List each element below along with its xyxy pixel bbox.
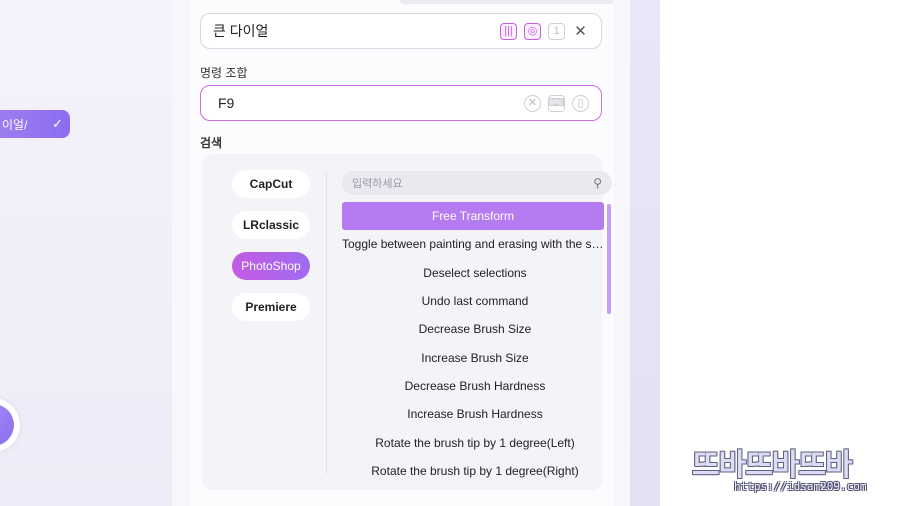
top-tab-edge bbox=[400, 0, 614, 4]
result-item[interactable]: Toggle between painting and erasing with… bbox=[342, 230, 608, 258]
right-background bbox=[660, 0, 900, 506]
result-item[interactable]: Decrease Brush Hardness bbox=[342, 372, 608, 400]
left-background bbox=[0, 0, 172, 506]
rotate-icon[interactable]: ◎ bbox=[524, 22, 541, 40]
app-button-photoshop[interactable]: PhotoShop bbox=[232, 252, 310, 280]
result-item[interactable]: Deselect selections bbox=[342, 259, 608, 287]
combo-label: 명령 조합 bbox=[200, 66, 248, 80]
shortcut-name-value: 큰 다이얼 bbox=[213, 23, 269, 39]
result-item[interactable]: Increase Brush Size bbox=[342, 343, 608, 371]
result-item[interactable]: Decrease Brush Size bbox=[342, 315, 608, 343]
device-item-pill[interactable]: 이얼/ ✓ bbox=[0, 110, 70, 138]
search-area: CapCut LRclassic PhotoShop Premiere 입력하세… bbox=[202, 154, 612, 490]
shortcut-panel: 큰 다이얼 ||| ◎ 1 ✕ 명령 조합 F9 ✕ ⌨ ▯ 검색 CapCut… bbox=[172, 0, 630, 506]
watermark: 뜨바뜨바뜨바 https://idsam209.com bbox=[688, 440, 874, 498]
search-input[interactable]: 입력하세요 ⚲ bbox=[342, 171, 612, 195]
command-results: Free Transform Toggle between painting a… bbox=[342, 202, 608, 485]
right-shadow-strip bbox=[630, 0, 660, 506]
result-item[interactable]: Rotate the brush tip by 1 degree(Right) bbox=[342, 457, 608, 485]
shortcut-panel-card: 큰 다이얼 ||| ◎ 1 ✕ 명령 조합 F9 ✕ ⌨ ▯ 검색 CapCut… bbox=[190, 0, 614, 506]
keyboard-icon[interactable]: ⌨ bbox=[548, 94, 565, 112]
combo-field[interactable]: F9 ✕ ⌨ ▯ bbox=[200, 85, 602, 121]
close-icon[interactable]: ✕ bbox=[572, 23, 589, 40]
watermark-url: https://idsam209.com bbox=[734, 480, 867, 493]
round-action-button-inner bbox=[0, 404, 14, 446]
result-item[interactable]: Increase Brush Hardness bbox=[342, 400, 608, 428]
search-icon[interactable]: ⚲ bbox=[593, 176, 602, 190]
search-label: 검색 bbox=[200, 136, 223, 150]
combo-value: F9 bbox=[218, 95, 235, 111]
results-scrollbar[interactable] bbox=[607, 204, 611, 314]
check-icon: ✓ bbox=[52, 116, 63, 131]
app-list-divider bbox=[326, 172, 327, 474]
result-item-selected[interactable]: Free Transform bbox=[342, 202, 604, 231]
app-button-premiere[interactable]: Premiere bbox=[232, 293, 310, 321]
clear-icon[interactable]: ✕ bbox=[524, 94, 541, 112]
app-button-lrclassic[interactable]: LRclassic bbox=[232, 211, 310, 239]
press-icon[interactable]: 1 bbox=[548, 22, 565, 40]
search-placeholder: 입력하세요 bbox=[352, 178, 403, 190]
name-field-icons: ||| ◎ 1 ✕ bbox=[500, 22, 589, 40]
result-item[interactable]: Undo last command bbox=[342, 287, 608, 315]
watermark-logo: 뜨바뜨바뜨바 bbox=[692, 449, 853, 482]
mouse-icon[interactable]: ▯ bbox=[572, 94, 589, 112]
dial-icon[interactable]: ||| bbox=[500, 22, 517, 40]
app-button-capcut[interactable]: CapCut bbox=[232, 170, 310, 198]
result-item[interactable]: Rotate the brush tip by 1 degree(Left) bbox=[342, 428, 608, 456]
device-item-label: 이얼/ bbox=[2, 117, 28, 132]
combo-field-icons: ✕ ⌨ ▯ bbox=[524, 94, 589, 112]
shortcut-name-field[interactable]: 큰 다이얼 ||| ◎ 1 ✕ bbox=[200, 13, 602, 49]
